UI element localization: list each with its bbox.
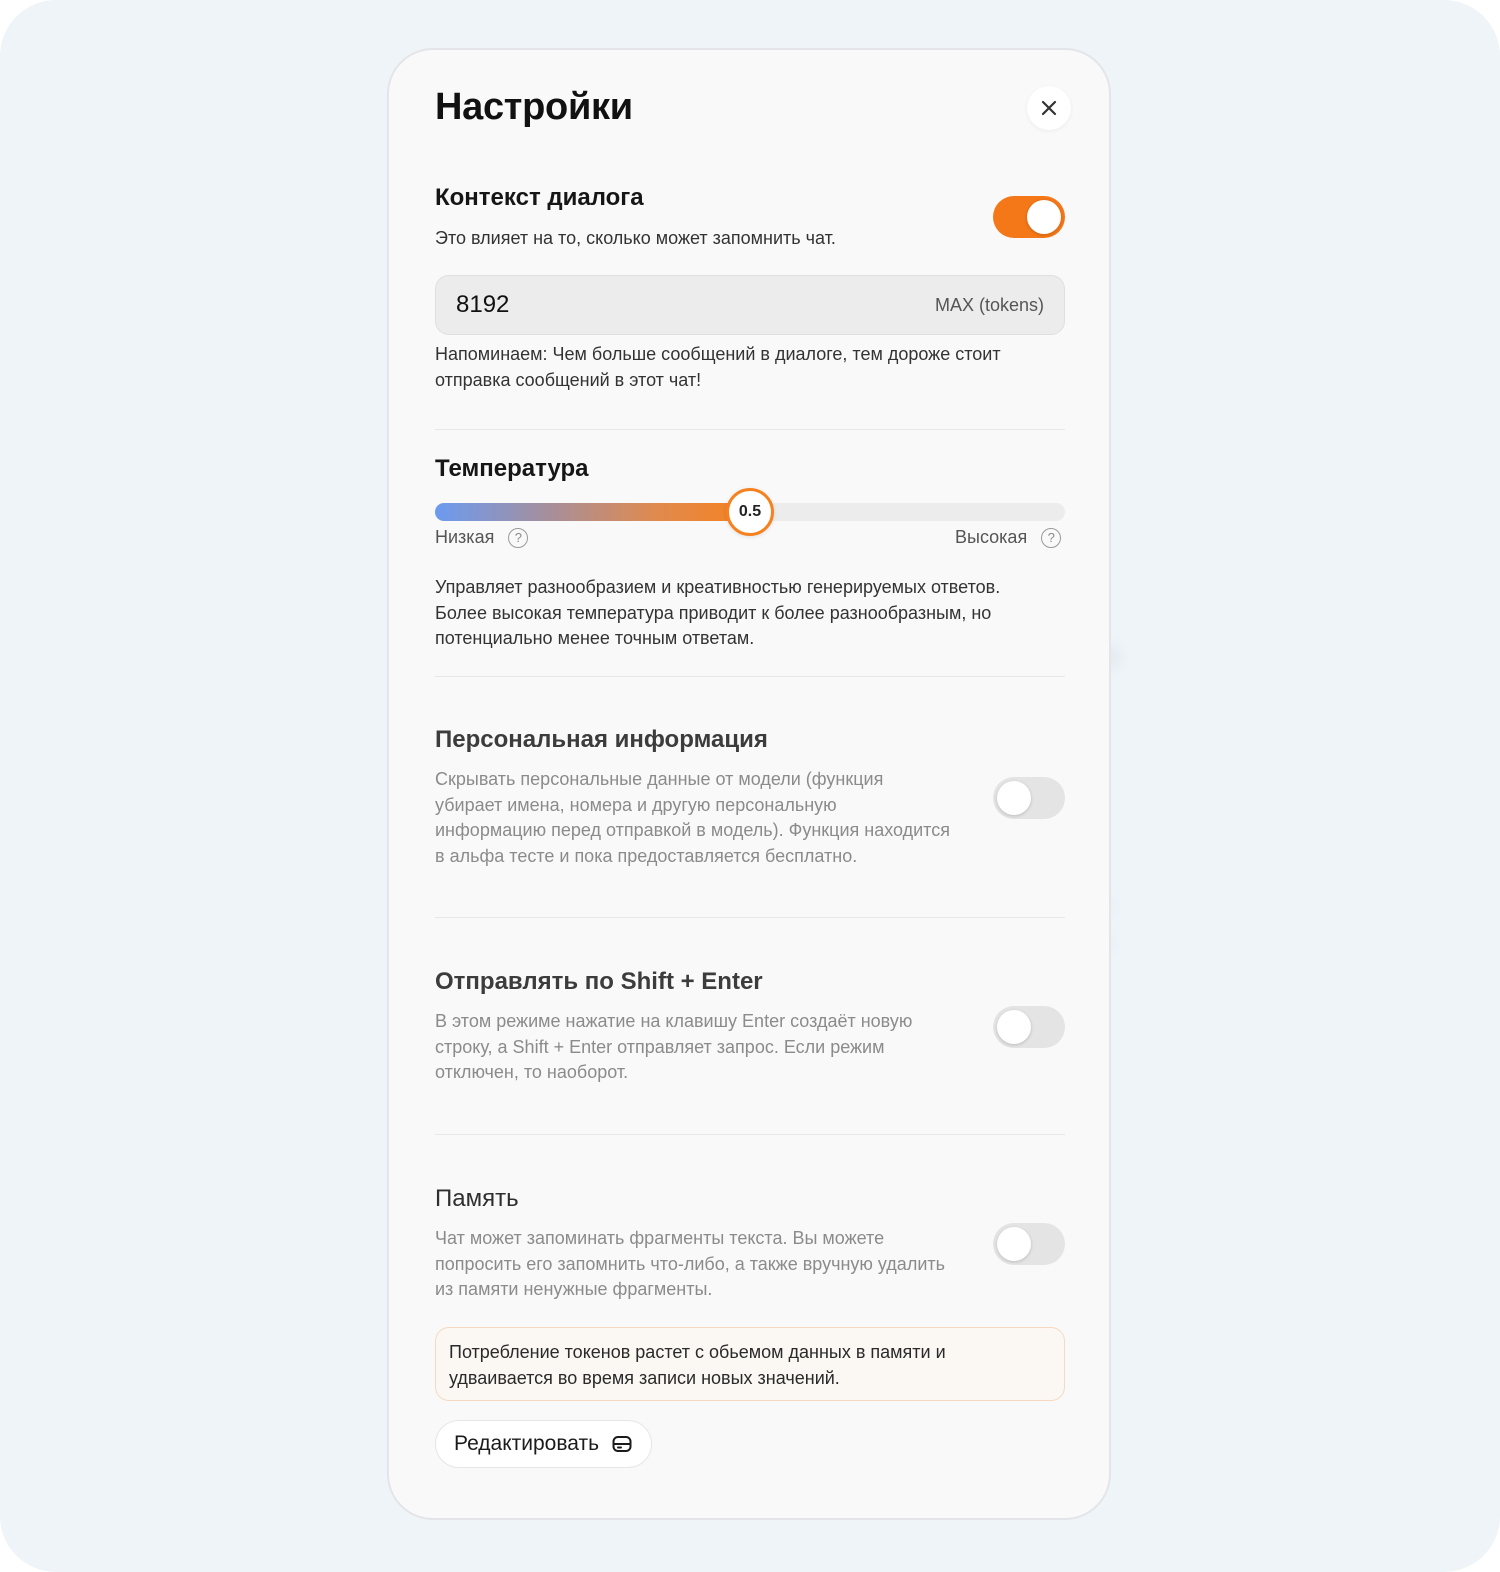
temperature-description: Управляет разнообразием и креативностью …	[435, 575, 1000, 652]
shift-enter-desc-line: В этом режиме нажатие на клавишу Enter с…	[435, 1011, 913, 1031]
memory-desc-line: из памяти ненужные фрагменты.	[435, 1279, 713, 1299]
context-toggle[interactable]	[993, 196, 1065, 238]
notice-line: Потребление токенов растет с обьемом дан…	[449, 1342, 946, 1362]
shift-enter-desc-line: отключен, то наоборот.	[435, 1062, 629, 1082]
shift-enter-title: Отправлять по Shift + Enter	[435, 968, 763, 995]
temperature-desc-line: потенциально менее точным ответам.	[435, 628, 755, 648]
temperature-low: Низкая ?	[435, 527, 529, 548]
edit-memory-button[interactable]: Редактировать	[435, 1420, 653, 1468]
temperature-desc-line: Управляет разнообразием и креативностью …	[435, 577, 1001, 597]
temperature-title: Температура	[435, 455, 589, 482]
close-button[interactable]	[1027, 86, 1071, 130]
question-circle-icon[interactable]: ?	[508, 527, 529, 548]
section-divider	[435, 917, 1065, 918]
temperature-high: Высокая ?	[955, 527, 1062, 548]
context-title: Контекст диалога	[435, 184, 644, 211]
memory-toggle[interactable]	[993, 1223, 1065, 1265]
question-circle-icon[interactable]: ?	[1041, 527, 1062, 548]
personal-info-toggle[interactable]	[993, 777, 1065, 819]
edit-button-label: Редактировать	[454, 1432, 600, 1455]
section-divider	[435, 429, 1065, 430]
low-label: Низкая	[435, 527, 495, 547]
high-label: Высокая	[955, 527, 1028, 547]
temperature-slider-fill	[435, 503, 750, 521]
storage-icon	[612, 1436, 632, 1452]
shift-enter-description: В этом режиме нажатие на клавишу Enter с…	[435, 1009, 912, 1086]
personal-desc-line: информацию перед отправкой в модель). Фу…	[435, 820, 950, 840]
temperature-desc-line: Более высокая температура приводит к бол…	[435, 602, 992, 623]
reminder-line: Напоминаем: Чем больше сообщений в диало…	[435, 344, 1001, 364]
max-tokens-field[interactable]: MAX (tokens)	[435, 275, 1065, 335]
context-description: Это влияет на то, сколько может запомнит…	[435, 228, 836, 248]
reminder-line: отправка сообщений в этот чат!	[435, 369, 702, 390]
context-reminder: Напоминаем: Чем больше сообщений в диало…	[435, 342, 1001, 393]
section-divider	[435, 676, 1065, 677]
tokens-unit-label: MAX (tokens)	[934, 294, 1044, 315]
personal-desc-line: Скрывать персональные данные от модели (…	[435, 769, 884, 789]
toggle-knob	[997, 781, 1031, 815]
app-screen: Настройки Контекст диалога Это влияет на…	[0, 0, 1500, 1572]
shift-enter-toggle[interactable]	[993, 1006, 1065, 1048]
memory-token-notice: Потребление токенов растет с обьемом дан…	[435, 1327, 1065, 1401]
settings-modal: Настройки Контекст диалога Это влияет на…	[387, 48, 1111, 1520]
toggle-knob	[997, 1227, 1031, 1261]
section-divider	[435, 1134, 1065, 1135]
memory-desc-line: Чат может запоминать фрагменты текста. В…	[435, 1228, 885, 1248]
memory-description: Чат может запоминать фрагменты текста. В…	[435, 1226, 945, 1303]
personal-desc-line: убирает имена, номера и другую персональ…	[435, 794, 837, 815]
notice-line: удваивается во время записи новых значен…	[449, 1367, 840, 1388]
temperature-slider-thumb[interactable]: 0.5	[726, 488, 774, 536]
memory-desc-line: попросить его запомнить что-либо, а такж…	[435, 1253, 945, 1274]
personal-info-title: Персональная информация	[435, 726, 768, 753]
shift-enter-desc-line: строку, а Shift + Enter отправляет запро…	[435, 1036, 885, 1057]
personal-info-description: Скрывать персональные данные от модели (…	[435, 767, 950, 869]
toggle-knob	[997, 1010, 1031, 1044]
close-icon	[1041, 100, 1057, 116]
max-tokens-input[interactable]	[456, 291, 656, 319]
toggle-knob	[1027, 200, 1061, 234]
personal-desc-line: в альфа тесте и пока предоставляется бес…	[435, 845, 858, 866]
modal-title: Настройки	[435, 86, 633, 128]
memory-title: Память	[435, 1185, 519, 1212]
